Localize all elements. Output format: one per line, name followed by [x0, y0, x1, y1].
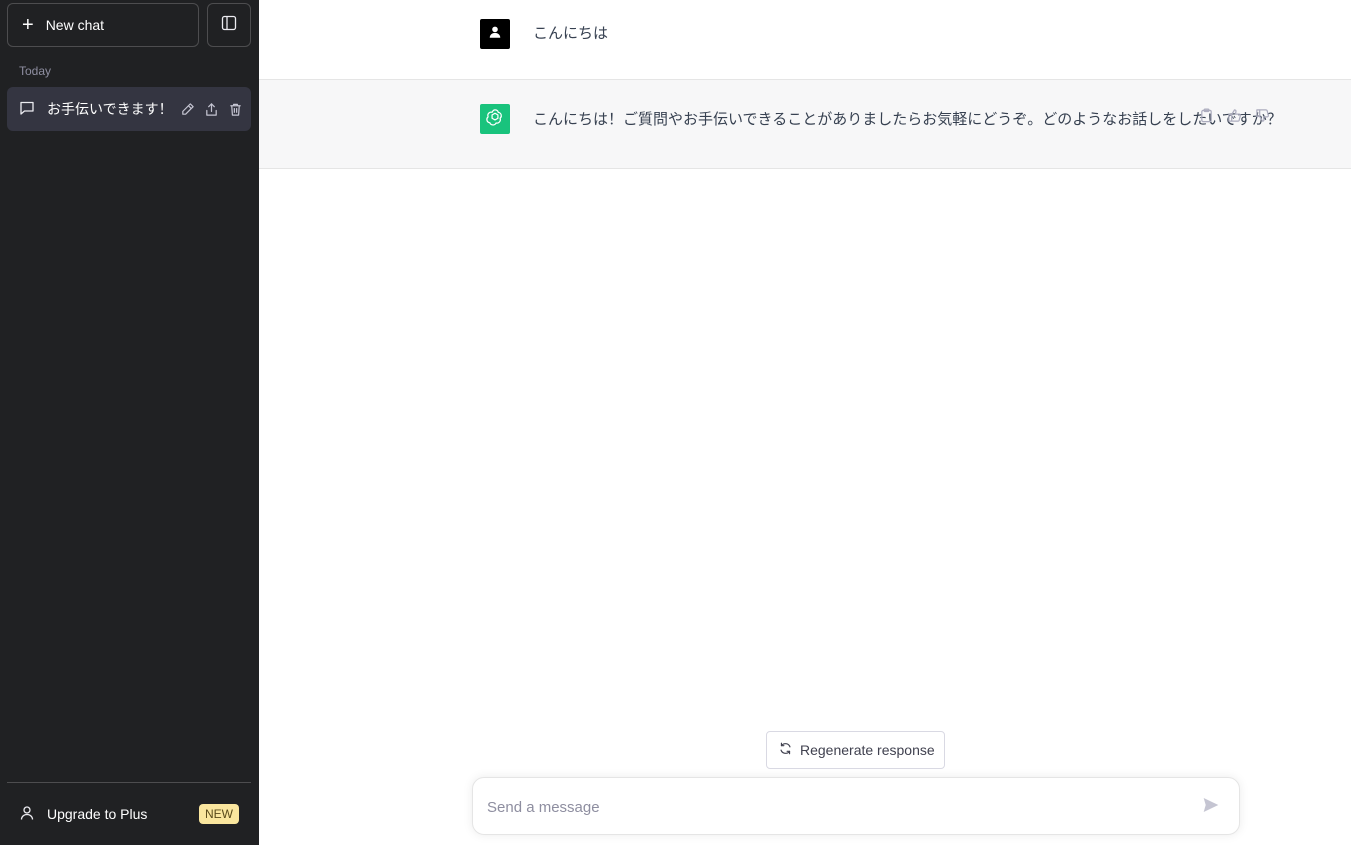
share-icon[interactable]	[203, 101, 219, 117]
assistant-message-actions	[1198, 107, 1270, 123]
thumbs-up-icon[interactable]	[1226, 107, 1242, 123]
openai-logo-icon	[485, 107, 505, 132]
plus-icon: +	[22, 14, 34, 36]
sidebar-divider	[7, 782, 251, 783]
send-icon	[1202, 796, 1220, 819]
user-message-row: こんにちは	[259, 0, 1351, 80]
delete-icon[interactable]	[227, 101, 243, 117]
regenerate-label: Regenerate response	[800, 742, 935, 758]
new-chat-button[interactable]: + New chat	[7, 3, 199, 47]
regenerate-response-button[interactable]: Regenerate response	[766, 731, 945, 769]
new-badge: NEW	[199, 804, 239, 824]
chat-item-actions	[179, 101, 243, 117]
user-icon	[19, 805, 35, 824]
user-avatar	[480, 19, 510, 49]
user-avatar-icon	[488, 25, 502, 44]
edit-icon[interactable]	[179, 101, 195, 117]
chat-main: こんにちは こんにちは！ご質問やお手伝いできることがありましたらお気軽にどうぞ。…	[259, 0, 1351, 845]
thumbs-down-icon[interactable]	[1254, 107, 1270, 123]
refresh-icon	[779, 742, 792, 758]
sidebar-toggle-button[interactable]	[207, 3, 251, 47]
assistant-message-row: こんにちは！ご質問やお手伝いできることがありましたらお気軽にどうぞ。どのようなお…	[259, 80, 1351, 169]
upgrade-label: Upgrade to Plus	[47, 806, 148, 822]
upgrade-to-plus-button[interactable]: Upgrade to Plus NEW	[7, 792, 251, 836]
sidebar: + New chat Today お手伝いできます！ Upgrade to Pl…	[0, 0, 259, 845]
section-label-today: Today	[19, 64, 52, 78]
sidebar-panel-icon	[221, 15, 237, 36]
copy-icon[interactable]	[1198, 107, 1214, 123]
chat-bubble-icon	[19, 100, 35, 119]
chat-item-title: お手伝いできます！	[47, 101, 173, 117]
message-input[interactable]	[487, 795, 1187, 819]
sidebar-chat-item[interactable]: お手伝いできます！	[7, 87, 251, 131]
assistant-avatar	[480, 104, 510, 134]
user-message-text: こんにちは	[533, 25, 609, 42]
send-button[interactable]	[1201, 797, 1221, 817]
message-composer	[472, 777, 1240, 835]
new-chat-label: New chat	[45, 17, 105, 33]
assistant-message-text: こんにちは！ご質問やお手伝いできることがありましたらお気軽にどうぞ。どのようなお…	[533, 111, 1282, 128]
